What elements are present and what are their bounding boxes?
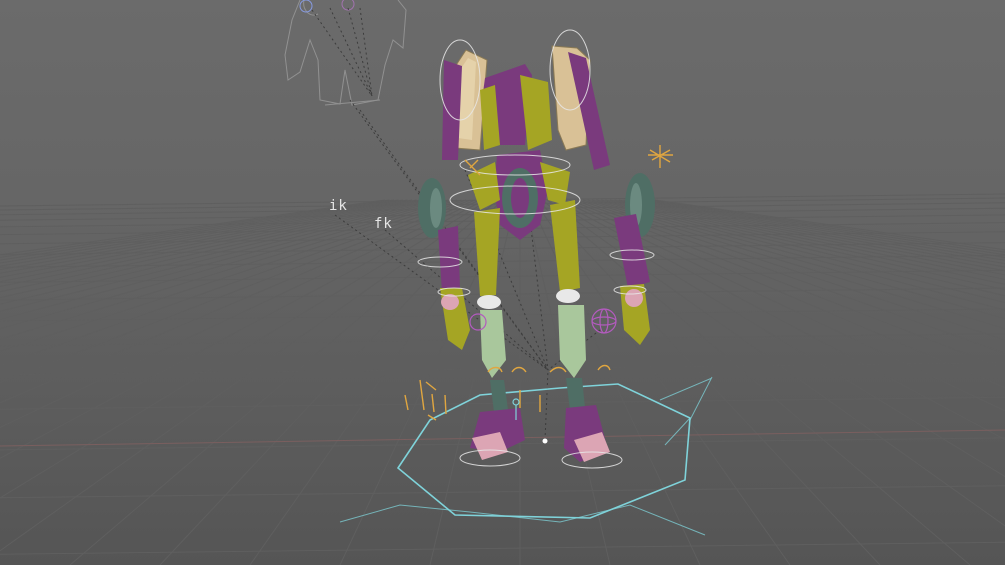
grid-line	[614, 199, 1005, 280]
center-of-gravity-marker[interactable]	[542, 438, 548, 444]
grid-line	[0, 199, 494, 552]
grid-line	[249, 199, 507, 565]
grid-line	[0, 199, 440, 305]
grid-line	[0, 199, 422, 283]
grid-line	[0, 199, 404, 267]
grid-line	[0, 287, 1005, 301]
grid-line	[0, 199, 399, 264]
ghost-reference-figure	[284, 0, 407, 106]
right-leg[interactable]	[550, 200, 610, 462]
grid-line	[0, 485, 1005, 499]
3d-viewport[interactable]: ik fk	[0, 0, 1005, 565]
left-leg[interactable]	[470, 208, 525, 460]
grid-line	[69, 199, 498, 565]
ik-label: ik	[329, 198, 348, 214]
grid-line	[0, 199, 435, 299]
viewport-scene[interactable]	[0, 0, 1005, 565]
grid-line	[528, 199, 701, 565]
grid-line	[0, 541, 1005, 555]
ground-grid	[0, 193, 1005, 565]
grid-line	[632, 199, 1005, 265]
grid-line	[582, 199, 1005, 330]
grid-line	[0, 362, 1005, 376]
fk-label: fk	[374, 216, 393, 232]
root-control[interactable]	[339, 376, 713, 536]
grid-line	[0, 199, 426, 288]
grid-line	[0, 199, 395, 261]
